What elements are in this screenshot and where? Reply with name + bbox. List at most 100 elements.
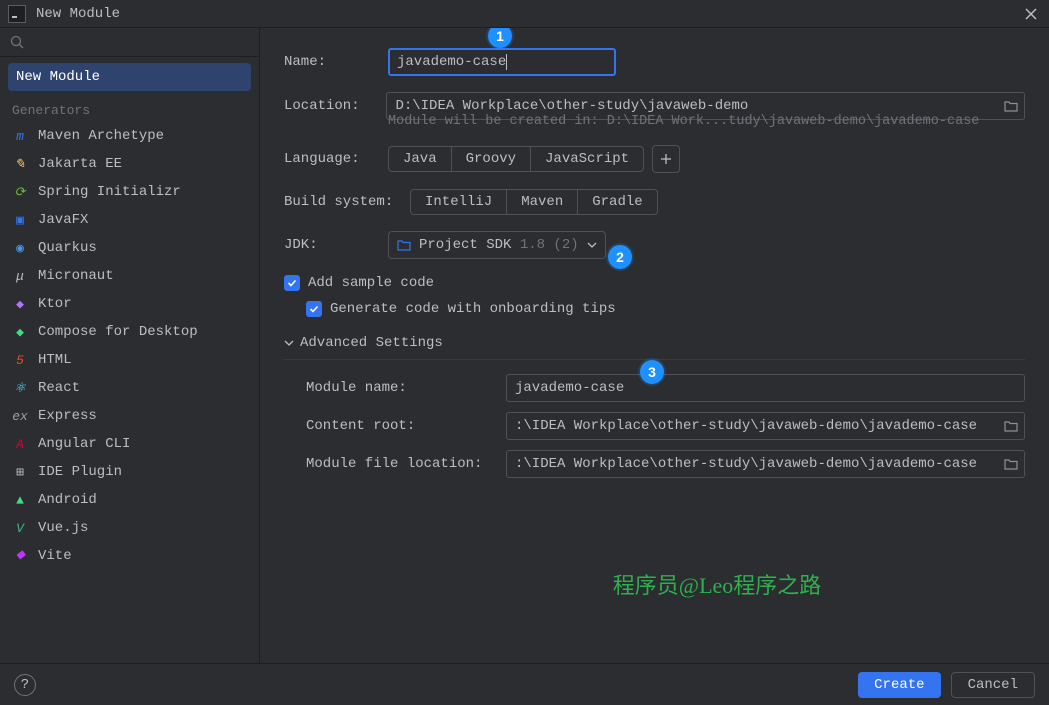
content-root-input[interactable] <box>515 418 998 434</box>
generators-section-label: Generators <box>0 93 259 122</box>
generator-icon: ◉ <box>12 240 28 256</box>
build-option-gradle[interactable]: Gradle <box>578 190 656 214</box>
sidebar-item-label: Quarkus <box>38 240 97 256</box>
generator-icon: ex <box>12 408 28 424</box>
sidebar-item-new-module[interactable]: New Module <box>8 63 251 91</box>
title-bar: New Module <box>0 0 1049 28</box>
generator-icon: ✎ <box>12 156 28 172</box>
language-option-javascript[interactable]: JavaScript <box>531 147 643 171</box>
create-button[interactable]: Create <box>858 672 940 698</box>
language-label: Language: <box>284 151 388 167</box>
search-input[interactable] <box>30 34 249 50</box>
chevron-down-icon <box>284 338 294 348</box>
sidebar-item-micronaut[interactable]: μ Micronaut <box>0 262 259 290</box>
footer: ? Create Cancel <box>0 663 1049 705</box>
module-name-input[interactable] <box>515 380 1018 396</box>
sidebar-item-ide-plugin[interactable]: ⊞ IDE Plugin <box>0 458 259 486</box>
sidebar-item-express[interactable]: exExpress <box>0 402 259 430</box>
close-button[interactable] <box>1021 4 1041 24</box>
folder-icon[interactable] <box>1004 457 1018 471</box>
cancel-button[interactable]: Cancel <box>951 672 1035 698</box>
callout-1: 1 <box>488 28 512 48</box>
generator-icon: m <box>12 128 28 144</box>
sidebar-item-quarkus[interactable]: ◉ Quarkus <box>0 234 259 262</box>
text-cursor <box>506 54 507 70</box>
build-system-label: Build system: <box>284 194 410 210</box>
generator-icon: 5 <box>12 352 28 368</box>
sidebar-item-label: JavaFX <box>38 212 88 228</box>
build-option-intellij[interactable]: IntelliJ <box>411 190 507 214</box>
sidebar-item-react[interactable]: ⚛React <box>0 374 259 402</box>
jdk-value: Project SDK 1.8 (2) <box>419 237 579 253</box>
advanced-settings-label: Advanced Settings <box>300 335 443 351</box>
sidebar-item-label: Vite <box>38 548 72 564</box>
check-icon <box>287 278 297 288</box>
sidebar-item-compose-for-desktop[interactable]: ◆Compose for Desktop <box>0 318 259 346</box>
name-value: javademo-case <box>397 54 506 70</box>
module-file-input[interactable] <box>515 456 998 472</box>
sidebar-item-maven-archetype[interactable]: m Maven Archetype <box>0 122 259 150</box>
build-system-segmented: IntelliJ Maven Gradle <box>410 189 658 215</box>
generator-icon: ⚛ <box>12 380 28 396</box>
folder-icon[interactable] <box>1004 419 1018 433</box>
sidebar-item-label: HTML <box>38 352 72 368</box>
location-hint: Module will be created in: D:\IDEA Work.… <box>388 114 1025 129</box>
sidebar-item-label: Micronaut <box>38 268 114 284</box>
generator-icon: ◆ <box>12 324 28 340</box>
sidebar: New Module Generators m Maven Archetype ✎ J… <box>0 28 260 663</box>
module-file-location-label: Module file location: <box>306 456 506 472</box>
advanced-settings-toggle[interactable]: Advanced Settings <box>284 335 1025 351</box>
sidebar-item-label: Maven Archetype <box>38 128 164 144</box>
module-file-input-wrap <box>506 450 1025 478</box>
sidebar-item-label: New Module <box>16 69 100 85</box>
build-option-maven[interactable]: Maven <box>507 190 578 214</box>
generator-icon: ▲ <box>12 492 28 508</box>
sidebar-item-ktor[interactable]: ◆ Ktor <box>0 290 259 318</box>
sidebar-item-android[interactable]: ▲ Android <box>0 486 259 514</box>
generator-icon: A <box>12 436 28 452</box>
add-sample-label: Add sample code <box>308 275 434 291</box>
language-option-java[interactable]: Java <box>389 147 452 171</box>
sidebar-item-spring-initializr[interactable]: ⟳ Spring Initializr <box>0 178 259 206</box>
folder-icon <box>397 238 411 252</box>
sidebar-item-html[interactable]: 5 HTML <box>0 346 259 374</box>
help-button[interactable]: ? <box>14 674 36 696</box>
sidebar-item-label: Angular CLI <box>38 436 130 452</box>
app-icon <box>8 5 26 23</box>
sidebar-item-label: Spring Initializr <box>38 184 181 200</box>
generator-icon: ⟳ <box>12 184 28 200</box>
onboarding-checkbox[interactable] <box>306 301 322 317</box>
jdk-select[interactable]: Project SDK 1.8 (2) <box>388 231 606 259</box>
sidebar-item-angular-cli[interactable]: A Angular CLI <box>0 430 259 458</box>
language-segmented: Java Groovy JavaScript <box>388 146 644 172</box>
check-icon <box>309 304 319 314</box>
close-icon <box>1025 8 1037 20</box>
generator-icon: ◆ <box>12 296 28 312</box>
sidebar-item-label: Jakarta EE <box>38 156 122 172</box>
callout-3: 3 <box>640 360 664 384</box>
name-input[interactable]: javademo-case <box>388 48 616 76</box>
sidebar-item-javafx[interactable]: ▣JavaFX <box>0 206 259 234</box>
location-input[interactable] <box>395 98 998 114</box>
window-title: New Module <box>36 6 1021 22</box>
watermark-text: 程序员@Leo程序之路 <box>613 568 821 600</box>
main-panel: Name: javademo-case Location: Module wil… <box>260 28 1049 663</box>
sidebar-item-jakarta-ee[interactable]: ✎ Jakarta EE <box>0 150 259 178</box>
language-option-groovy[interactable]: Groovy <box>452 147 531 171</box>
sidebar-item-vue-js[interactable]: VVue.js <box>0 514 259 542</box>
location-label: Location: <box>284 98 386 114</box>
generator-icon: μ <box>12 268 28 284</box>
content-root-label: Content root: <box>306 418 506 434</box>
sidebar-item-label: IDE Plugin <box>38 464 122 480</box>
generator-icon: ⯁ <box>12 548 28 564</box>
sidebar-item-label: Ktor <box>38 296 72 312</box>
add-language-button[interactable] <box>652 145 680 173</box>
sidebar-item-label: Android <box>38 492 97 508</box>
jdk-label: JDK: <box>284 237 388 253</box>
folder-icon[interactable] <box>1004 99 1018 113</box>
content-root-input-wrap <box>506 412 1025 440</box>
sidebar-item-vite[interactable]: ⯁ Vite <box>0 542 259 570</box>
generator-icon: ⊞ <box>12 464 28 480</box>
add-sample-checkbox[interactable] <box>284 275 300 291</box>
onboarding-label: Generate code with onboarding tips <box>330 301 616 317</box>
